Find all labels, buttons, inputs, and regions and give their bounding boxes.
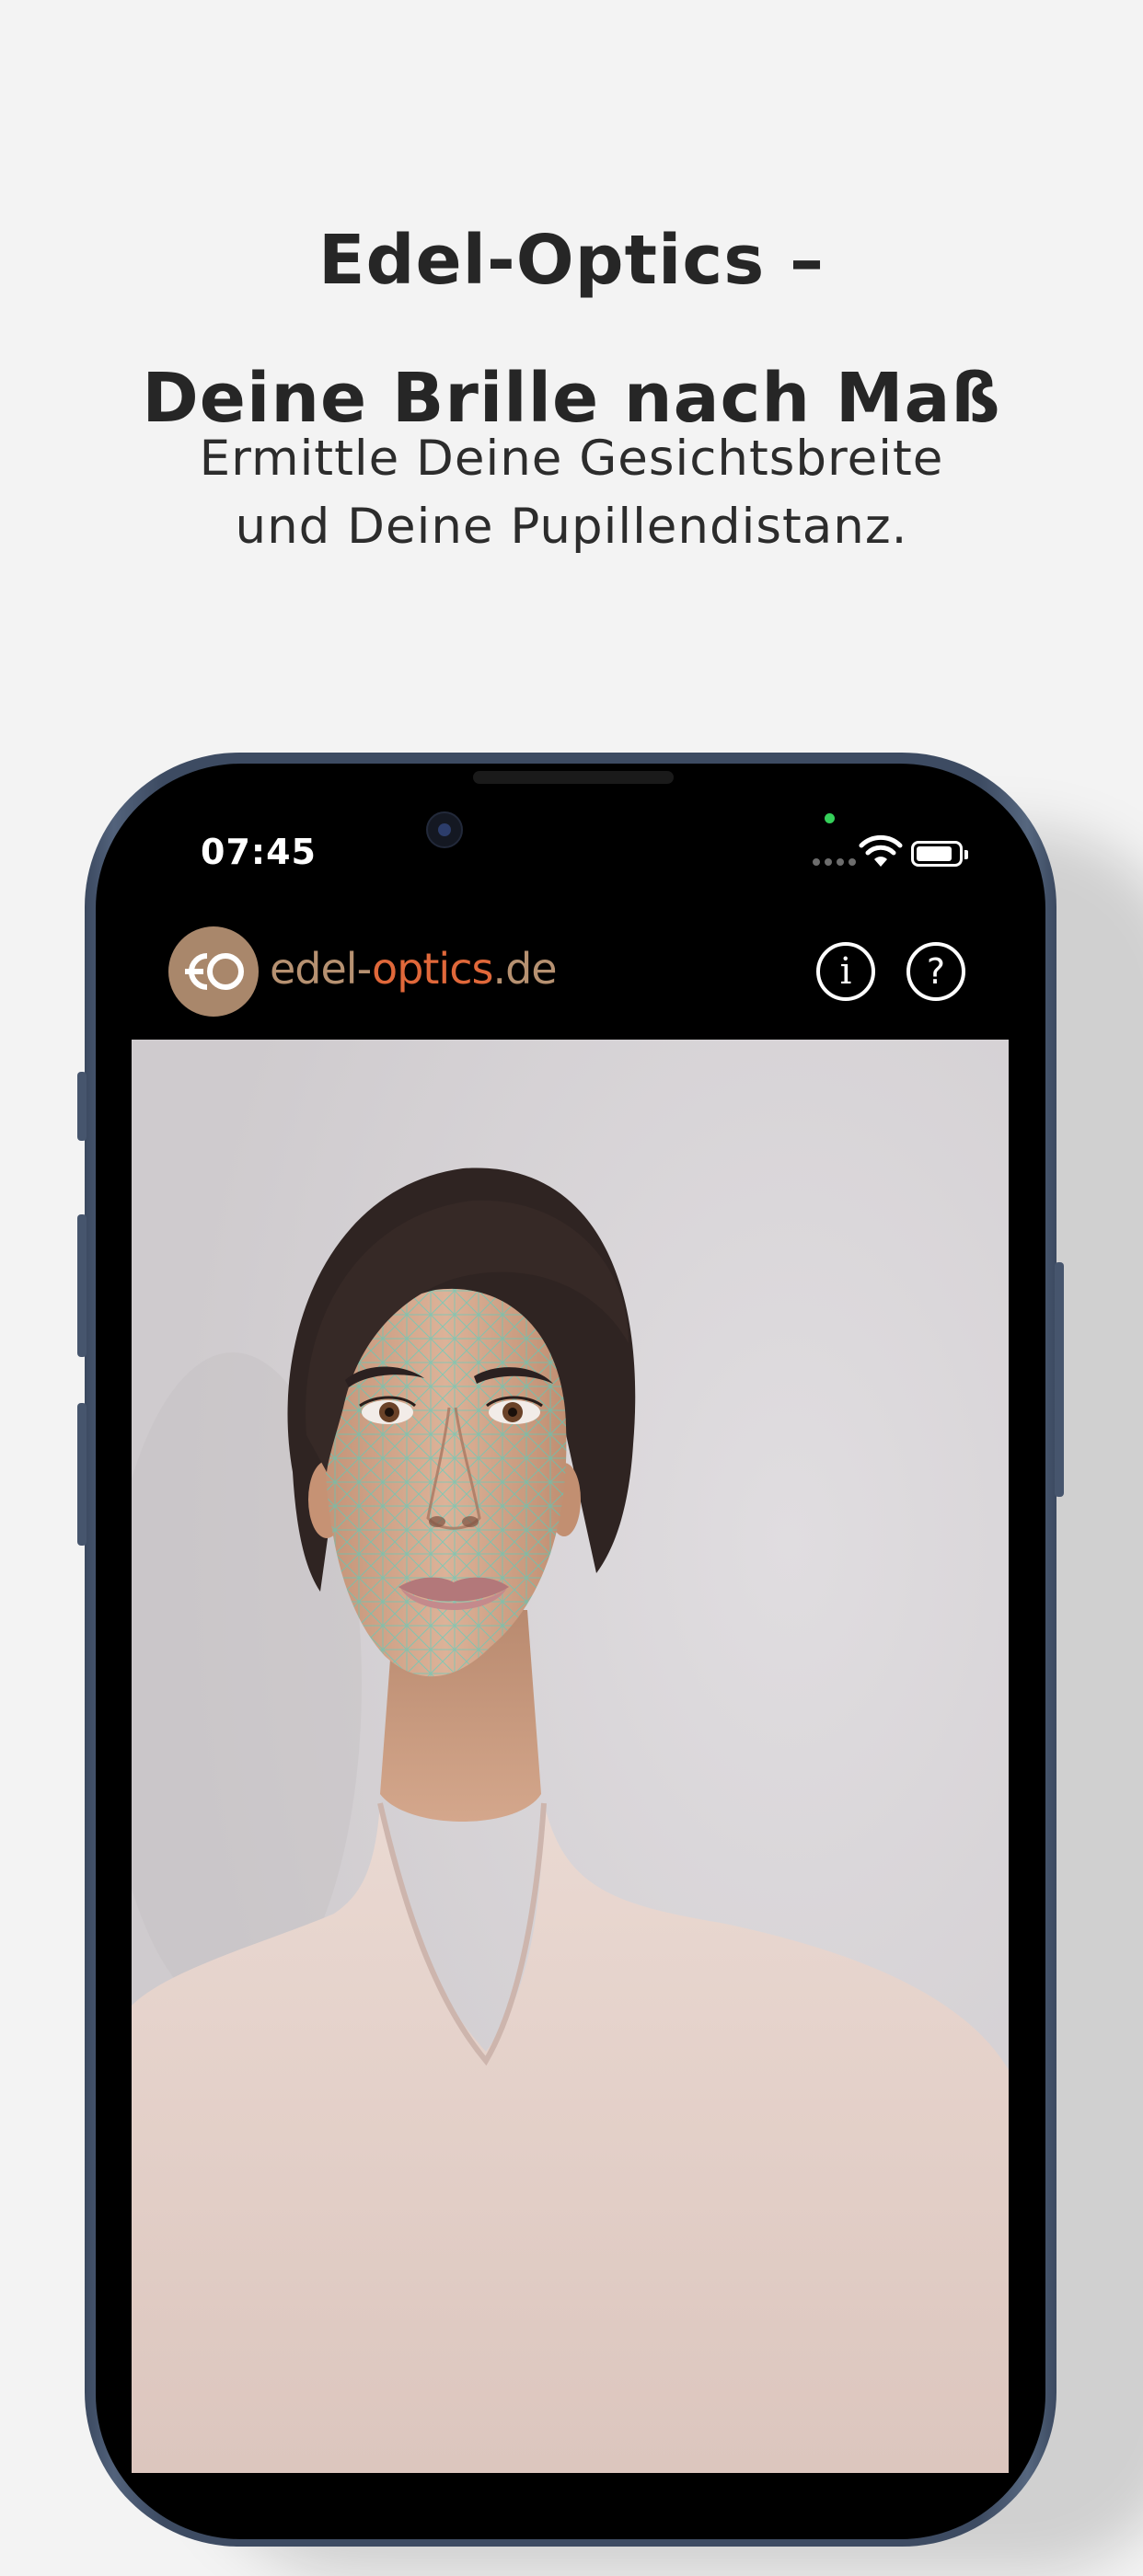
selfie-illustration: [132, 1040, 1009, 2473]
logo-icon[interactable]: [168, 926, 259, 1017]
logo-text[interactable]: edel-optics.de: [270, 944, 558, 994]
info-button[interactable]: i: [816, 942, 875, 1001]
question-circle-icon: ?: [926, 951, 946, 992]
help-button[interactable]: ?: [906, 942, 965, 1001]
camera-view[interactable]: [132, 1040, 1009, 2473]
mute-switch: [77, 1403, 87, 1546]
battery-icon: [911, 841, 968, 867]
subline-line-1: Ermittle Deine Gesichtsbreite: [199, 431, 944, 487]
app-header: edel-optics.de i ?: [132, 911, 1009, 1040]
logo-text-part-2: optics: [372, 944, 493, 994]
wifi-icon: [859, 834, 903, 867]
status-time: 07:45: [201, 832, 317, 872]
front-camera: [426, 811, 463, 848]
signal-dots-icon: [813, 858, 856, 866]
camera-indicator-dot: [825, 813, 835, 823]
logo-text-part-3: .de: [492, 944, 557, 994]
headline-line-1: Edel-Optics –: [318, 221, 826, 300]
volume-down-button: [77, 1214, 87, 1357]
info-circle-icon: i: [839, 950, 852, 993]
subline-line-2: und Deine Pupillendistanz.: [235, 499, 908, 555]
volume-up-button: [77, 1072, 87, 1141]
power-button: [1055, 1262, 1064, 1497]
logo-text-part-1: edel-: [270, 944, 373, 994]
promo-subline: Ermittle Deine Gesichtsbreite und Deine …: [0, 425, 1143, 561]
speaker-grille: [473, 771, 674, 784]
